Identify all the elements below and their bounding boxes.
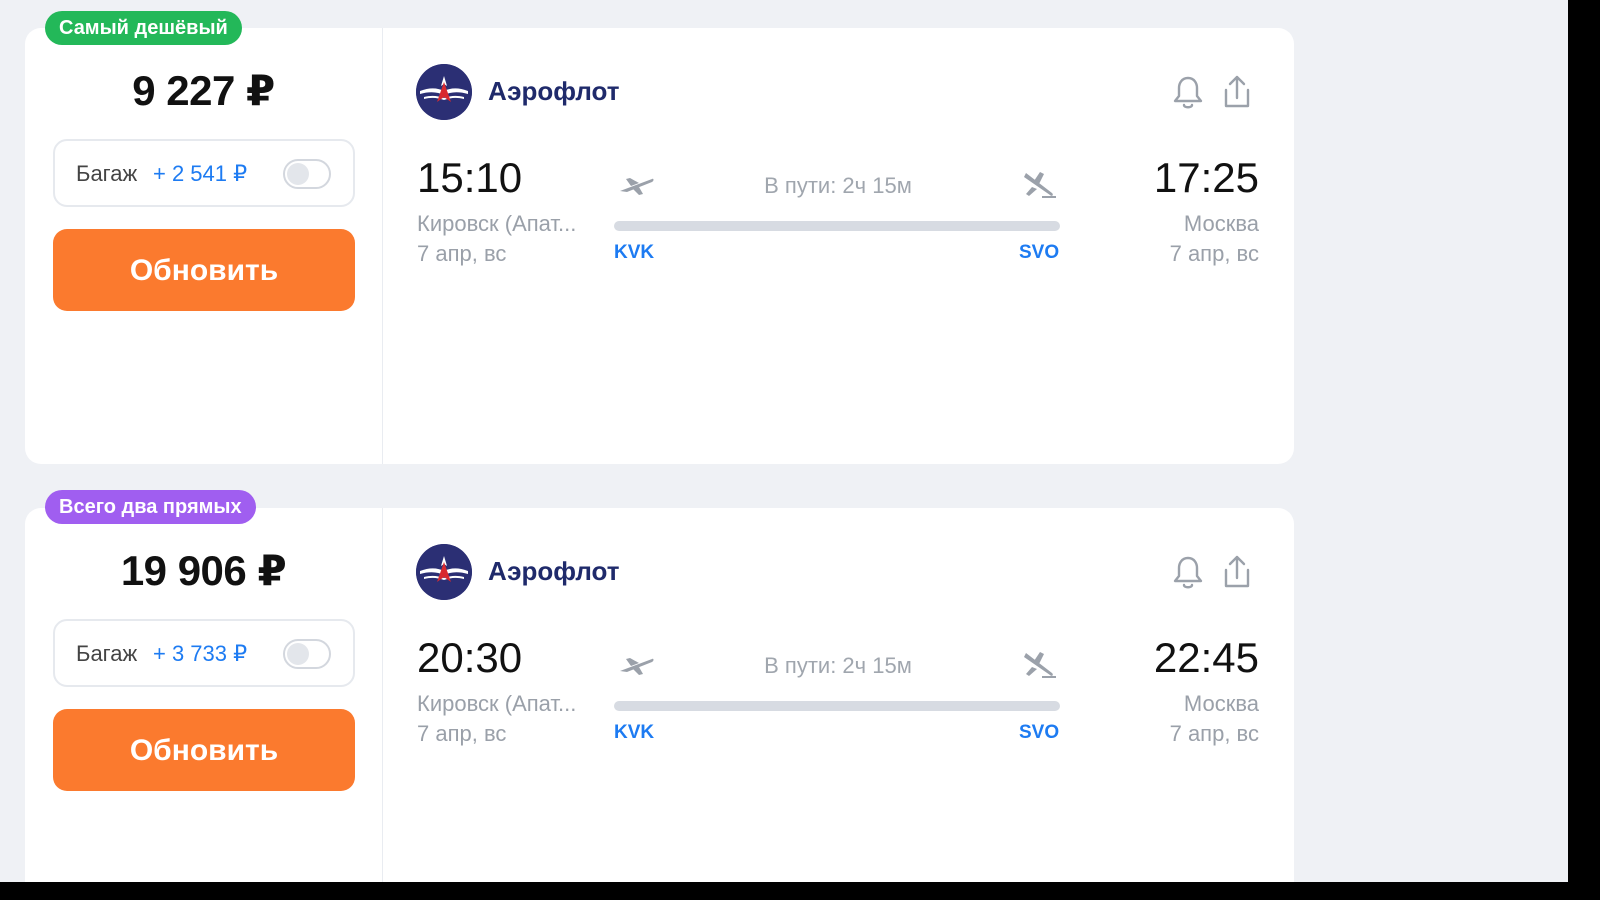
baggage-price: + 3 733 ₽ (153, 641, 248, 666)
departure-time: 20:30 (417, 634, 523, 681)
ticket-card[interactable]: 19 906 ₽ Багаж + 3 733 ₽ Обновить Аэрофл… (25, 508, 1294, 882)
toggle-knob (287, 643, 309, 665)
departure-iata: KVK (614, 242, 655, 263)
bell-icon[interactable] (1170, 72, 1206, 112)
aeroflot-logo-icon (416, 544, 472, 600)
flight-duration: В пути: 2ч 15м (764, 173, 912, 198)
arrival-iata: SVO (1019, 722, 1060, 743)
flight-details: Аэрофлот 20:30 Кировск (Апат... 7 апр, в… (383, 508, 1294, 882)
baggage-toggle[interactable] (283, 639, 331, 669)
share-icon[interactable] (1219, 552, 1255, 592)
baggage-label: Багаж (76, 161, 138, 186)
route-bar (614, 701, 1060, 711)
arrival-iata: SVO (1019, 242, 1060, 263)
arrival-time: 22:45 (1153, 634, 1259, 681)
arrival-city: Москва (1183, 211, 1259, 236)
direct-flights-badge: Всего два прямых (45, 490, 256, 524)
ticket-price: 19 906 ₽ (120, 547, 287, 594)
ticket-price: 9 227 ₽ (132, 67, 275, 114)
departure-city: Кировск (Апат... (417, 691, 577, 716)
aeroflot-logo-icon (416, 64, 472, 120)
update-button[interactable]: Обновить (53, 229, 355, 311)
ticket-card[interactable]: 9 227 ₽ Багаж + 2 541 ₽ Обновить Аэрофло… (25, 28, 1294, 464)
route-bar (614, 221, 1060, 231)
baggage-price: + 2 541 ₽ (153, 161, 248, 186)
landing-plane-icon (1020, 169, 1058, 199)
departure-city: Кировск (Апат... (417, 211, 577, 236)
landing-plane-icon (1020, 649, 1058, 679)
baggage-option[interactable]: Багаж + 2 541 ₽ (53, 139, 355, 207)
update-button[interactable]: Обновить (53, 709, 355, 791)
price-column: 9 227 ₽ Багаж + 2 541 ₽ Обновить (25, 28, 383, 464)
screen-edge-bottom (0, 882, 1600, 900)
share-icon[interactable] (1219, 72, 1255, 112)
cheapest-badge: Самый дешёвый (45, 11, 242, 45)
takeoff-plane-icon (617, 649, 655, 679)
arrival-date: 7 апр, вс (1169, 241, 1259, 266)
arrival-date: 7 апр, вс (1169, 721, 1259, 746)
baggage-option[interactable]: Багаж + 3 733 ₽ (53, 619, 355, 687)
screen-edge-right (1568, 0, 1600, 900)
arrival-city: Москва (1183, 691, 1259, 716)
toggle-knob (287, 163, 309, 185)
departure-date: 7 апр, вс (417, 241, 507, 266)
price-column: 19 906 ₽ Багаж + 3 733 ₽ Обновить (25, 508, 383, 882)
departure-time: 15:10 (417, 154, 523, 201)
airline-name: Аэрофлот (488, 556, 620, 586)
takeoff-plane-icon (617, 169, 655, 199)
baggage-label: Багаж (76, 641, 138, 666)
flight-details: Аэрофлот 15:10 Кировск (Апат... 7 апр, в… (383, 28, 1294, 464)
baggage-toggle[interactable] (283, 159, 331, 189)
airline-name: Аэрофлот (488, 76, 620, 106)
bell-icon[interactable] (1170, 552, 1206, 592)
arrival-time: 17:25 (1153, 154, 1259, 201)
search-results-canvas: Самый дешёвый 9 227 ₽ Багаж + 2 541 ₽ Об… (0, 0, 1568, 882)
departure-iata: KVK (614, 722, 655, 743)
flight-duration: В пути: 2ч 15м (764, 653, 912, 678)
departure-date: 7 апр, вс (417, 721, 507, 746)
